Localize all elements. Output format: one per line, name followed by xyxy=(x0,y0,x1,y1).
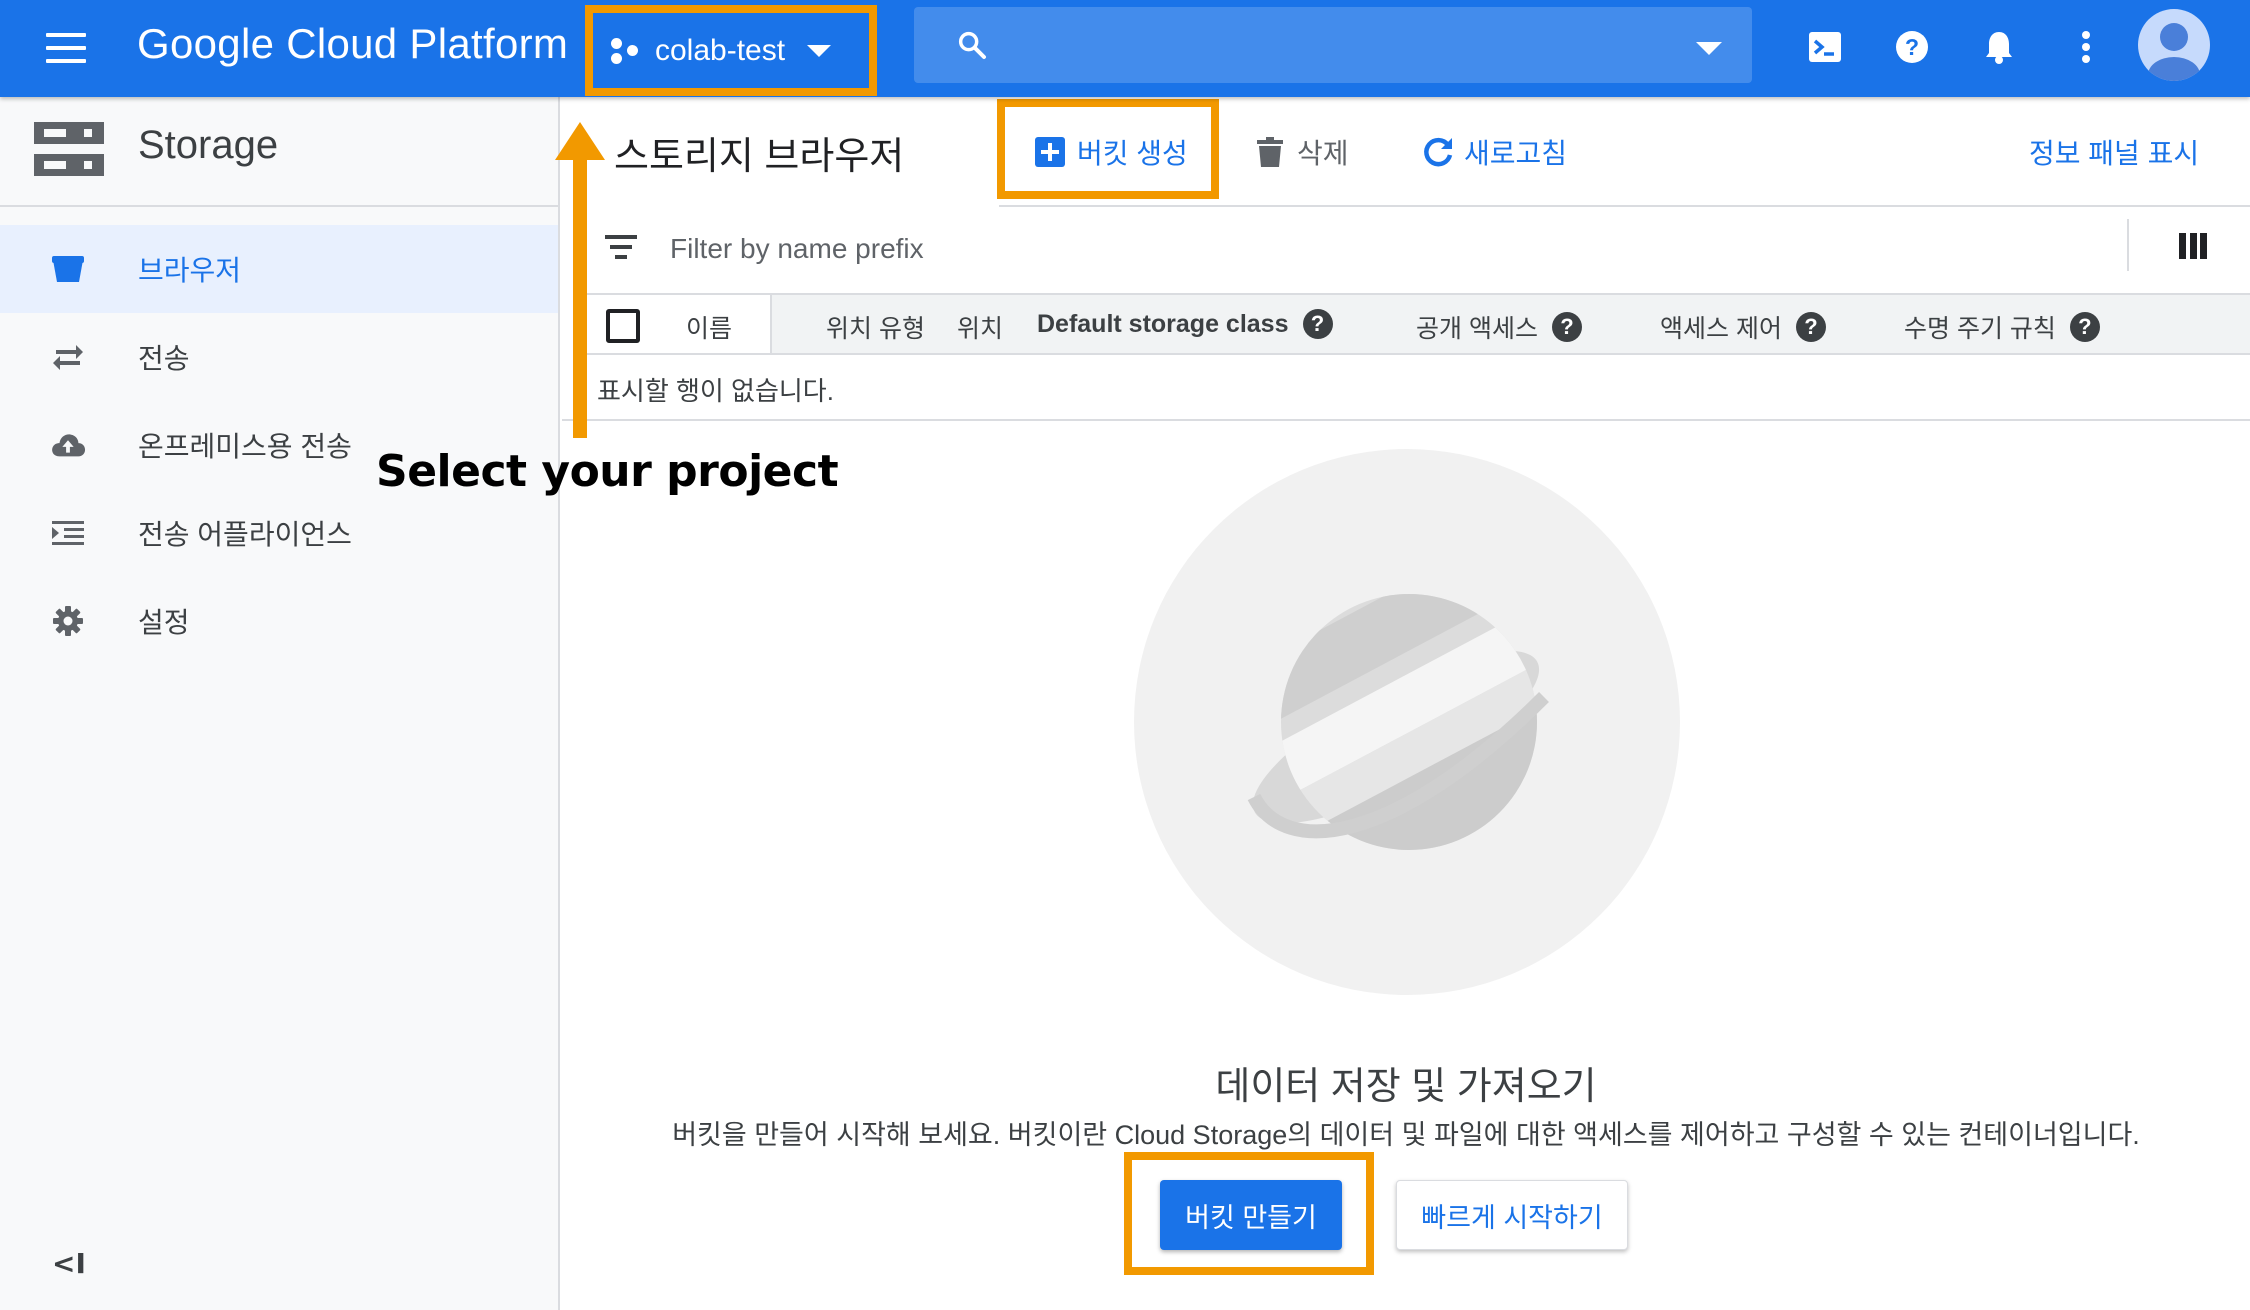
delete-label: 삭제 xyxy=(1297,138,1349,169)
main-content: 스토리지 브라우저 버킷 생성 삭제 새로고침 정보 패널 표시 이름 위치 유… xyxy=(562,97,2250,1310)
quickstart-button[interactable]: 빠르게 시작하기 xyxy=(1396,1180,1628,1250)
make-bucket-button[interactable]: 버킷 만들기 xyxy=(1160,1180,1342,1250)
planet-illustration xyxy=(1134,449,1680,995)
column-header-storage-class[interactable]: Default storage class ? xyxy=(1037,309,1333,339)
refresh-label: 새로고침 xyxy=(1464,138,1568,169)
delete-button[interactable]: 삭제 xyxy=(1257,127,1349,177)
sidebar-item-label: 브라우저 xyxy=(138,255,242,286)
project-dots-icon xyxy=(611,37,641,64)
empty-state-description: 버킷을 만들어 시작해 보세요. 버킷이란 Cloud Storage의 데이터… xyxy=(672,1120,2140,1150)
help-icon[interactable]: ? xyxy=(1551,312,1582,342)
filter-divider xyxy=(2127,219,2129,271)
column-header-access-control[interactable]: 액세스 제어 ? xyxy=(1660,309,1826,345)
column-header-name[interactable]: 이름 xyxy=(686,309,732,345)
search-input[interactable] xyxy=(1004,23,1604,67)
sidebar-item-transfer-appliance[interactable]: 전송 어플라이언스 xyxy=(0,489,558,577)
name-column-cell: 이름 xyxy=(586,295,772,353)
help-icon[interactable]: ? xyxy=(1795,312,1826,342)
sidebar-item-label: 온프레미스용 전송 xyxy=(138,431,352,462)
select-all-checkbox[interactable] xyxy=(606,309,640,343)
sidebar-item-transfer[interactable]: 전송 xyxy=(0,313,558,401)
search-icon xyxy=(958,31,986,59)
create-bucket-label: 버킷 생성 xyxy=(1077,138,1188,169)
svg-text:?: ? xyxy=(1905,34,1919,60)
sidebar-item-browser[interactable]: 브라우저 xyxy=(0,225,558,313)
search-dropdown-caret-icon[interactable] xyxy=(1696,42,1722,55)
column-display-options-icon[interactable] xyxy=(2179,233,2207,259)
help-icon[interactable]: ? xyxy=(1302,309,1333,339)
access-control-label: 액세스 제어 xyxy=(1660,315,1782,343)
bucket-table-header: 이름 위치 유형 위치 Default storage class ? 공개 액… xyxy=(586,293,2250,355)
left-nav-sidebar: Storage 브라우저 전송 온프레미스용 전송 전송 어플라이언스 설정 <… xyxy=(0,97,560,1310)
no-rows-message: 표시할 행이 없습니다. xyxy=(597,376,834,406)
sidebar-item-label: 전송 어플라이언스 xyxy=(138,519,352,550)
column-header-public-access[interactable]: 공개 액세스 ? xyxy=(1416,309,1582,345)
sidebar-item-settings[interactable]: 설정 xyxy=(0,577,558,665)
sidebar-header: Storage xyxy=(0,97,560,207)
bucket-icon xyxy=(50,251,86,287)
notifications-bell-icon[interactable] xyxy=(1974,22,2024,72)
gear-icon xyxy=(50,603,86,639)
swap-arrows-icon xyxy=(50,339,86,375)
search-bar[interactable] xyxy=(914,7,1752,83)
chevron-down-icon xyxy=(807,44,832,57)
column-header-location-type[interactable]: 위치 유형 xyxy=(826,309,925,345)
top-app-bar: Google Cloud Platform colab-test ? xyxy=(0,0,2250,97)
help-icon[interactable]: ? xyxy=(2069,312,2100,342)
table-empty-row: 표시할 행이 없습니다. xyxy=(562,355,2250,421)
page-title: 스토리지 브라우저 xyxy=(614,136,905,178)
column-header-lifecycle[interactable]: 수명 주기 규칙 ? xyxy=(1904,309,2100,345)
sidebar-item-label: 전송 xyxy=(138,343,190,374)
cloud-shell-icon[interactable] xyxy=(1800,22,1850,72)
sidebar-item-label: 설정 xyxy=(138,607,190,638)
filter-input[interactable] xyxy=(670,225,1570,273)
sidebar-nav: 브라우저 전송 온프레미스용 전송 전송 어플라이언스 설정 xyxy=(0,225,558,665)
brand-title[interactable]: Google Cloud Platform xyxy=(137,20,568,68)
account-avatar[interactable] xyxy=(2138,9,2210,81)
storage-class-label: Default storage class xyxy=(1037,309,1289,338)
filter-list-icon xyxy=(605,235,637,261)
cloud-upload-icon xyxy=(50,427,86,463)
filter-bar xyxy=(562,207,2250,291)
collapse-sidebar-button[interactable]: <I xyxy=(52,1247,86,1280)
hamburger-menu-icon[interactable] xyxy=(46,33,86,63)
public-access-label: 공개 액세스 xyxy=(1416,315,1538,343)
annotation-arrow xyxy=(555,122,605,438)
list-indent-icon xyxy=(50,515,86,551)
lifecycle-label: 수명 주기 규칙 xyxy=(1904,315,2056,343)
refresh-button[interactable]: 새로고침 xyxy=(1422,127,1567,177)
create-bucket-button[interactable]: 버킷 생성 xyxy=(1035,127,1188,177)
more-vert-icon[interactable] xyxy=(2061,22,2111,72)
refresh-icon xyxy=(1424,137,1453,167)
storage-icon xyxy=(34,122,104,176)
sidebar-title: Storage xyxy=(138,123,279,167)
column-header-location[interactable]: 위치 xyxy=(957,309,1003,345)
annotation-label: Select your project xyxy=(376,446,839,497)
show-info-panel-button[interactable]: 정보 패널 표시 xyxy=(2029,127,2199,177)
add-box-icon xyxy=(1035,137,1065,167)
trash-icon xyxy=(1257,137,1283,167)
empty-state-title: 데이터 저장 및 가져오기 xyxy=(1215,1066,1597,1108)
help-icon[interactable]: ? xyxy=(1887,22,1937,72)
project-selector[interactable]: colab-test xyxy=(585,5,877,96)
project-name: colab-test xyxy=(655,33,786,67)
